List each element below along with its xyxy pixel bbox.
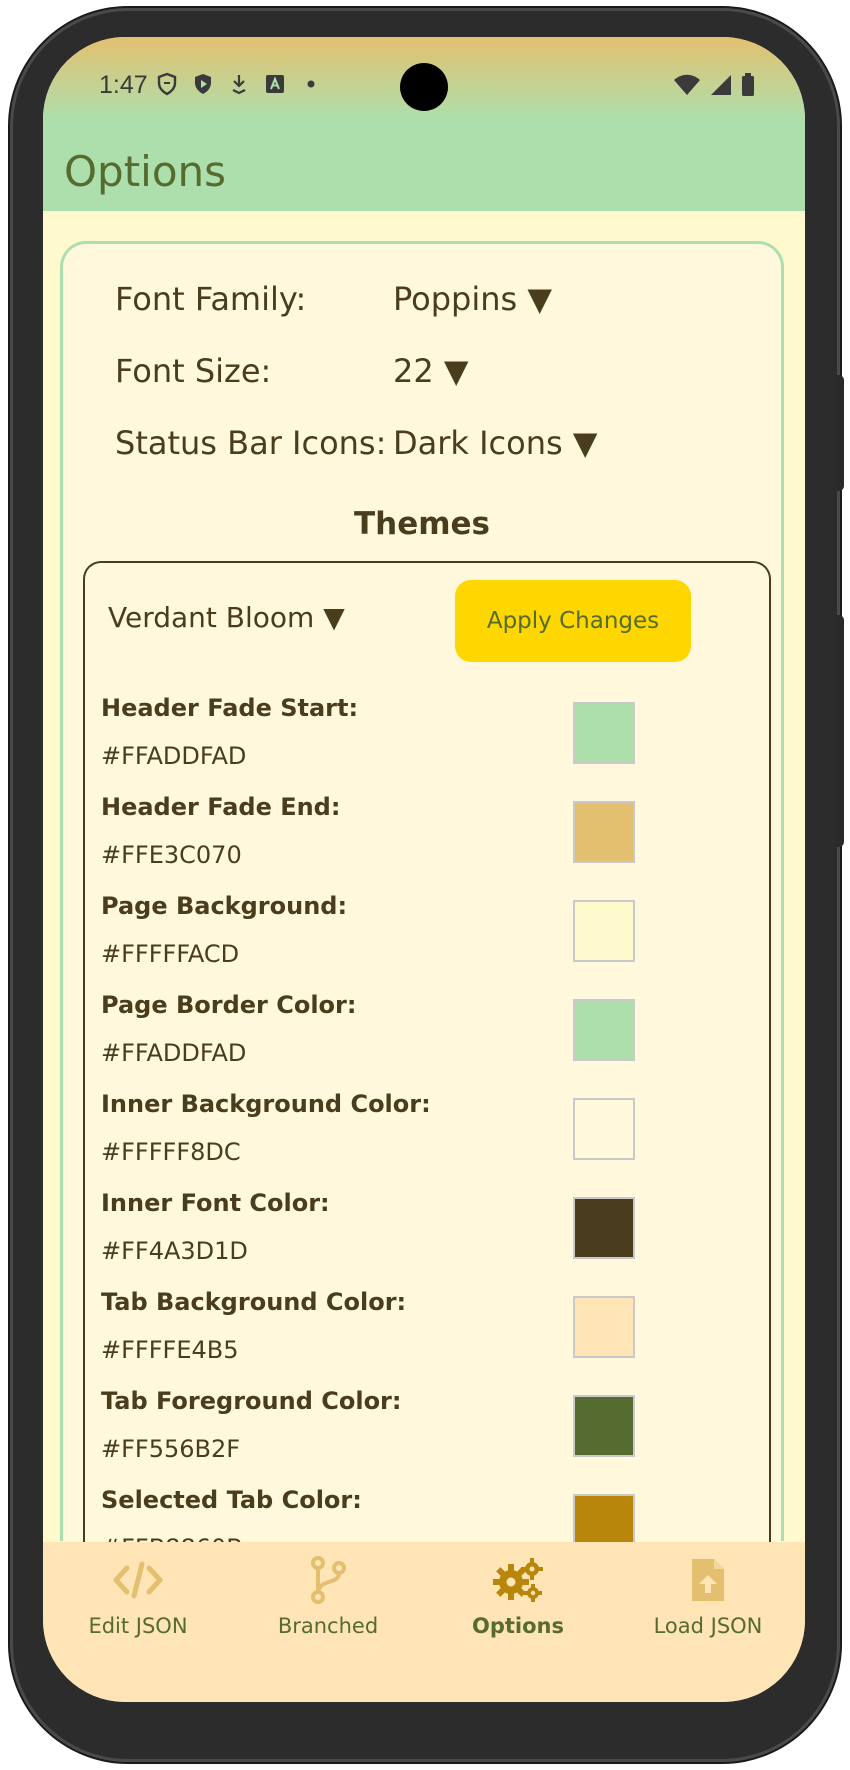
color-hex-value: #FFADDFAD	[101, 1039, 247, 1067]
color-hex-value: #FF556B2F	[101, 1435, 241, 1463]
color-swatch[interactable]	[573, 1197, 635, 1259]
signal-icon	[709, 74, 733, 100]
themes-heading: Themes	[353, 506, 491, 542]
tab-label: Edit JSON	[88, 1614, 188, 1638]
tab-label: Options	[472, 1614, 564, 1638]
phone-volume-button	[836, 615, 844, 847]
tab-label: Branched	[277, 1614, 379, 1638]
color-swatch[interactable]	[573, 801, 635, 863]
color-label: Selected Tab Color:	[101, 1486, 362, 1514]
color-label: Tab Foreground Color:	[101, 1387, 402, 1415]
color-row-header-fade-start: Header Fade Start: #FFADDFAD	[101, 694, 751, 793]
bottom-navigation: Edit JSON Branched Options Load JSON	[43, 1542, 805, 1702]
color-label: Inner Background Color:	[101, 1090, 431, 1118]
theme-editor: Verdant Bloom ▼ Apply Changes Header Fad…	[83, 561, 771, 1562]
gears-icon	[423, 1552, 613, 1608]
color-hex-value: #FFE3C070	[101, 841, 242, 869]
file-upload-icon	[613, 1552, 803, 1608]
tab-load-json[interactable]: Load JSON	[613, 1552, 803, 1638]
tab-label: Load JSON	[653, 1614, 763, 1638]
branch-icon	[233, 1552, 423, 1608]
color-hex-value: #FFFFE4B5	[101, 1336, 239, 1364]
screen: 1:47 Options Font Family: Poppins ▼ Font…	[43, 37, 805, 1702]
font-size-dropdown[interactable]: 22 ▼	[393, 352, 469, 390]
status-bar-icons-label: Status Bar Icons:	[115, 424, 387, 462]
tab-edit-json[interactable]: Edit JSON	[43, 1552, 233, 1638]
status-bar-icons-dropdown[interactable]: Dark Icons ▼	[393, 424, 597, 462]
color-swatch[interactable]	[573, 702, 635, 764]
color-hex-value: #FFFFF8DC	[101, 1138, 241, 1166]
app-header: 1:47 Options	[43, 37, 805, 211]
wifi-icon	[673, 74, 701, 100]
color-swatch[interactable]	[573, 1098, 635, 1160]
color-hex-value: #FFFFFACD	[101, 940, 240, 968]
color-swatch[interactable]	[573, 1296, 635, 1358]
color-row-tab-background: Tab Background Color: #FFFFE4B5	[101, 1288, 751, 1387]
font-size-label: Font Size:	[115, 352, 272, 390]
color-label: Page Border Color:	[101, 991, 357, 1019]
phone-power-button	[836, 375, 844, 491]
shield-play-icon	[192, 73, 214, 95]
color-row-tab-foreground: Tab Foreground Color: #FF556B2F	[101, 1387, 751, 1486]
tab-options[interactable]: Options	[423, 1552, 613, 1638]
status-bar: 1:47	[43, 37, 805, 127]
color-row-inner-background: Inner Background Color: #FFFFF8DC	[101, 1090, 751, 1189]
apply-changes-button[interactable]: Apply Changes	[455, 580, 691, 662]
shield-outline-icon	[156, 72, 178, 96]
download-icon	[228, 73, 250, 95]
color-row-page-background: Page Background: #FFFFFACD	[101, 892, 751, 991]
font-family-label: Font Family:	[115, 280, 307, 318]
notification-dot-icon	[300, 73, 322, 95]
status-time: 1:47	[99, 71, 148, 99]
color-row-page-border: Page Border Color: #FFADDFAD	[101, 991, 751, 1090]
color-label: Header Fade Start:	[101, 694, 359, 722]
color-hex-value: #FFADDFAD	[101, 742, 247, 770]
battery-icon	[741, 73, 755, 101]
color-label: Tab Background Color:	[101, 1288, 407, 1316]
color-label: Inner Font Color:	[101, 1189, 330, 1217]
code-icon	[43, 1552, 233, 1608]
color-swatch[interactable]	[573, 1395, 635, 1457]
color-hex-value: #FF4A3D1D	[101, 1237, 248, 1265]
text-a-icon	[264, 73, 286, 95]
color-label: Header Fade End:	[101, 793, 341, 821]
color-swatch[interactable]	[573, 900, 635, 962]
color-row-inner-font: Inner Font Color: #FF4A3D1D	[101, 1189, 751, 1288]
color-row-header-fade-end: Header Fade End: #FFE3C070	[101, 793, 751, 892]
options-panel: Font Family: Poppins ▼ Font Size: 22 ▼ S…	[60, 241, 784, 1562]
font-family-dropdown[interactable]: Poppins ▼	[393, 280, 552, 318]
tab-branched[interactable]: Branched	[233, 1552, 423, 1638]
theme-dropdown[interactable]: Verdant Bloom ▼	[108, 601, 345, 634]
page-title: Options	[64, 147, 227, 196]
front-camera	[400, 63, 448, 111]
color-label: Page Background:	[101, 892, 348, 920]
color-swatch[interactable]	[573, 999, 635, 1061]
